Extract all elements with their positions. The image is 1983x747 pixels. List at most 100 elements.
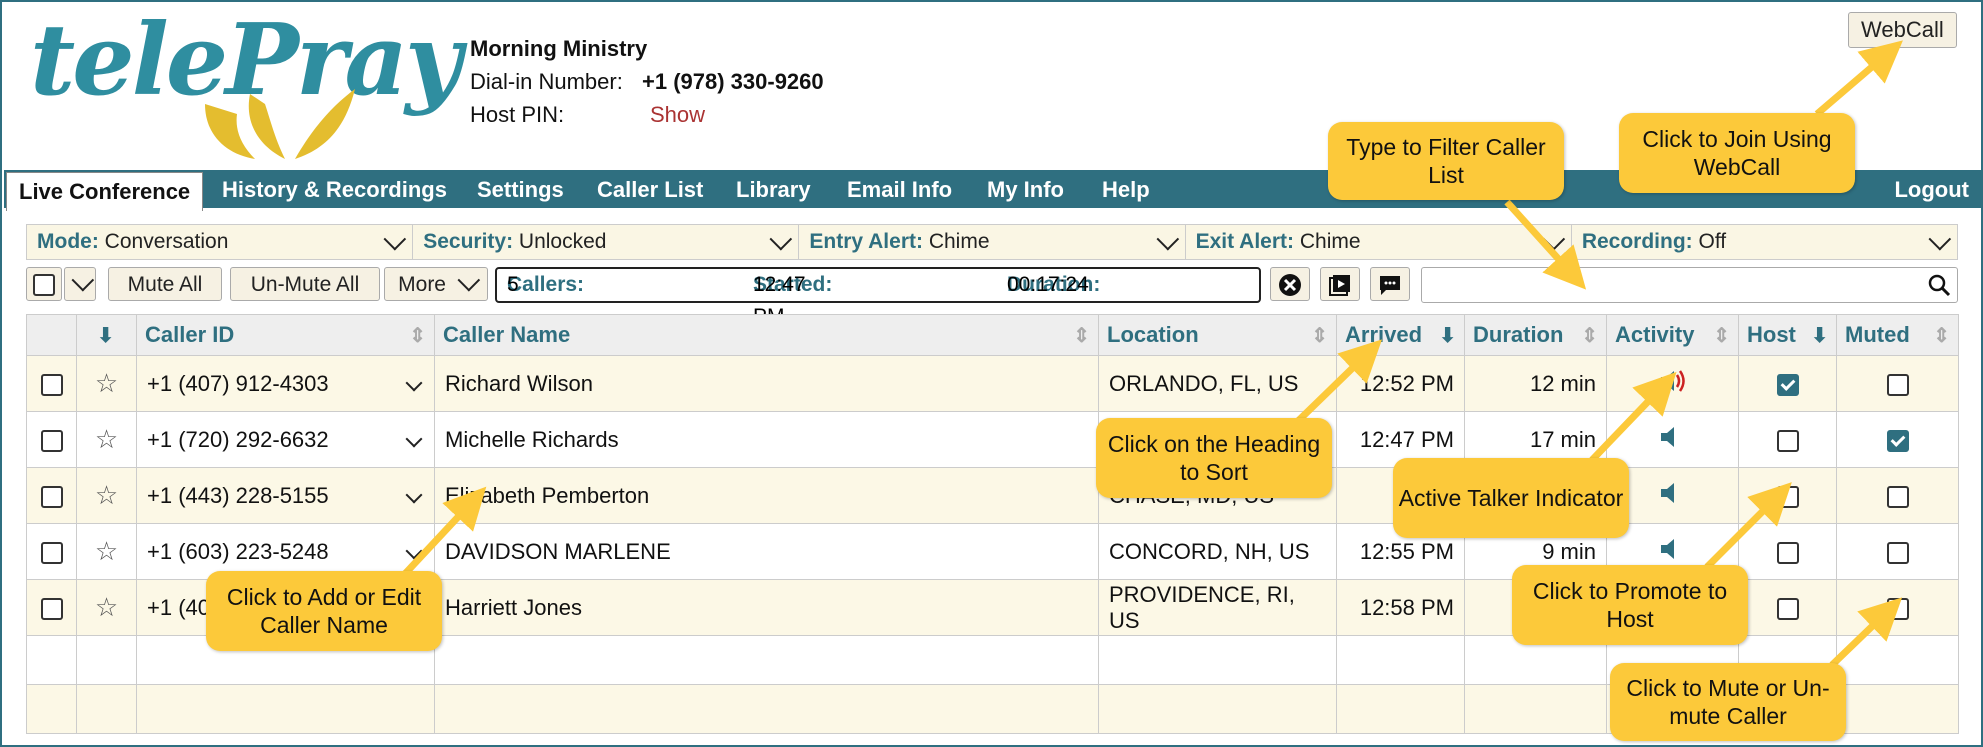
clear-filter-button[interactable] xyxy=(1270,267,1310,301)
chevron-down-icon[interactable] xyxy=(405,430,423,447)
conference-title: Morning Ministry xyxy=(470,36,648,61)
mode-value: Conversation xyxy=(104,230,229,253)
chevron-down-icon[interactable] xyxy=(405,374,423,391)
host-checkbox[interactable] xyxy=(1738,579,1837,636)
muted-checkbox[interactable] xyxy=(1836,579,1959,636)
header-caller-id[interactable]: Caller ID ⇕ xyxy=(136,314,435,356)
security-select[interactable]: Security: Unlocked xyxy=(413,225,800,259)
caller-name-cell[interactable]: Richard Wilson xyxy=(434,355,1099,412)
exit-alert-select[interactable]: Exit Alert: Chime xyxy=(1186,225,1572,259)
tab-caller-list[interactable]: Caller List xyxy=(597,170,703,208)
more-label: More xyxy=(398,273,446,296)
row-select-checkbox[interactable] xyxy=(26,467,77,524)
tab-my-info[interactable]: My Info xyxy=(987,170,1064,208)
security-key: Security: xyxy=(423,230,514,253)
sort-icon: ⇕ xyxy=(1933,325,1950,347)
talker-callout: Active Talker Indicator xyxy=(1393,458,1629,538)
header-host[interactable]: Host ⬇ xyxy=(1738,314,1837,356)
caller-id-cell[interactable]: +1 (407) 912-4303 xyxy=(136,355,435,412)
select-menu-button[interactable] xyxy=(64,267,96,301)
mode-key: Mode: xyxy=(37,230,99,253)
header-caller-name[interactable]: Caller Name ⇕ xyxy=(434,314,1099,356)
chevron-down-icon xyxy=(383,227,407,251)
star-icon[interactable]: ☆ xyxy=(76,467,137,524)
muted-checkbox[interactable] xyxy=(1836,411,1959,468)
chat-button[interactable] xyxy=(1370,267,1410,301)
host-checkbox[interactable] xyxy=(1738,523,1837,580)
row-select-checkbox[interactable] xyxy=(26,579,77,636)
header-muted[interactable]: Muted ⇕ xyxy=(1836,314,1959,356)
name-callout: Click to Add or Edit Caller Name xyxy=(206,571,442,651)
exit-alert-key: Exit Alert: xyxy=(1195,230,1295,253)
host-checkbox[interactable] xyxy=(1738,355,1837,412)
select-all-checkbox[interactable] xyxy=(26,267,62,301)
arrived-cell: 12:52 PM xyxy=(1336,355,1465,412)
header-arrived[interactable]: Arrived ⬇ xyxy=(1336,314,1465,356)
app-frame: telePray Morning Ministry Dial-in Number… xyxy=(0,0,1983,747)
unmute-all-button[interactable]: Un-Mute All xyxy=(230,267,380,301)
location-cell: PROVIDENCE, RI, US xyxy=(1098,579,1337,636)
muted-checkbox[interactable] xyxy=(1836,467,1959,524)
search-icon xyxy=(1928,274,1951,297)
sort-icon: ⇕ xyxy=(1311,325,1328,347)
chevron-down-icon xyxy=(457,268,480,292)
recording-key: Recording: xyxy=(1581,230,1693,253)
tab-library[interactable]: Library xyxy=(736,170,811,208)
filter-callout: Type to Filter Caller List xyxy=(1328,122,1564,200)
chevron-down-icon[interactable] xyxy=(405,486,423,503)
tab-history-recordings[interactable]: History & Recordings xyxy=(222,170,447,208)
more-button[interactable]: More xyxy=(384,267,488,301)
caller-id-cell[interactable]: +1 (443) 228-5155 xyxy=(136,467,435,524)
playlist-button[interactable] xyxy=(1320,267,1360,301)
host-checkbox[interactable] xyxy=(1738,411,1837,468)
muted-checkbox[interactable] xyxy=(1836,523,1959,580)
chevron-down-icon xyxy=(1928,227,1952,251)
dialin-label: Dial-in Number: xyxy=(470,69,623,94)
speaker-icon xyxy=(1606,411,1739,468)
sort-icon: ⇕ xyxy=(1581,325,1598,347)
header-activity[interactable]: Activity ⇕ xyxy=(1606,314,1739,356)
row-select-checkbox[interactable] xyxy=(26,523,77,580)
mode-bar: Mode: Conversation Security: Unlocked En… xyxy=(26,224,1958,260)
star-icon[interactable]: ☆ xyxy=(76,523,137,580)
chevron-down-icon[interactable] xyxy=(405,542,423,559)
chevron-down-icon xyxy=(769,227,793,251)
chat-icon xyxy=(1380,276,1400,295)
teleprey-logo: telePray xyxy=(30,6,462,159)
star-icon[interactable]: ☆ xyxy=(76,411,137,468)
show-pin-link[interactable]: Show xyxy=(650,98,705,131)
tab-live-conference[interactable]: Live Conference xyxy=(6,172,204,211)
recording-select[interactable]: Recording: Off xyxy=(1572,225,1957,259)
tab-email-info[interactable]: Email Info xyxy=(847,170,952,208)
webcall-button[interactable]: WebCall xyxy=(1848,12,1957,48)
host-checkbox[interactable] xyxy=(1738,467,1837,524)
filter-input[interactable] xyxy=(1421,267,1958,303)
header-location[interactable]: Location ⇕ xyxy=(1098,314,1337,356)
caller-name-cell[interactable]: DAVIDSON MARLENE xyxy=(434,523,1099,580)
sort-icon: ⇕ xyxy=(1713,325,1730,347)
row-select-checkbox[interactable] xyxy=(26,355,77,412)
promote-callout: Click to Promote to Host xyxy=(1512,565,1748,645)
conference-info: Morning Ministry Dial-in Number: +1 (978)… xyxy=(470,32,824,131)
caller-name-cell[interactable]: Harriett Jones xyxy=(434,579,1099,636)
tab-help[interactable]: Help xyxy=(1102,170,1150,208)
mute-all-button[interactable]: Mute All xyxy=(108,267,222,301)
star-icon[interactable]: ☆ xyxy=(76,579,137,636)
star-icon[interactable]: ☆ xyxy=(76,355,137,412)
header-select xyxy=(26,314,77,356)
header-star[interactable]: ⬇ xyxy=(76,314,137,356)
caller-name-cell[interactable]: Elizabeth Pemberton xyxy=(434,467,1099,524)
muted-checkbox[interactable] xyxy=(1836,355,1959,412)
header-duration[interactable]: Duration ⇕ xyxy=(1464,314,1607,356)
entry-alert-select[interactable]: Entry Alert: Chime xyxy=(799,225,1186,259)
mode-select[interactable]: Mode: Conversation xyxy=(27,225,414,259)
tab-settings[interactable]: Settings xyxy=(477,170,564,208)
logout-link[interactable]: Logout xyxy=(1894,170,1969,208)
sort-icon: ⇕ xyxy=(409,325,426,347)
caller-name-cell[interactable]: Michelle Richards xyxy=(434,411,1099,468)
caller-id-cell[interactable]: +1 (720) 292-6632 xyxy=(136,411,435,468)
chevron-down-icon xyxy=(71,268,95,292)
chevron-down-icon xyxy=(1156,227,1179,251)
callers-count: 5 xyxy=(507,273,519,296)
row-select-checkbox[interactable] xyxy=(26,411,77,468)
